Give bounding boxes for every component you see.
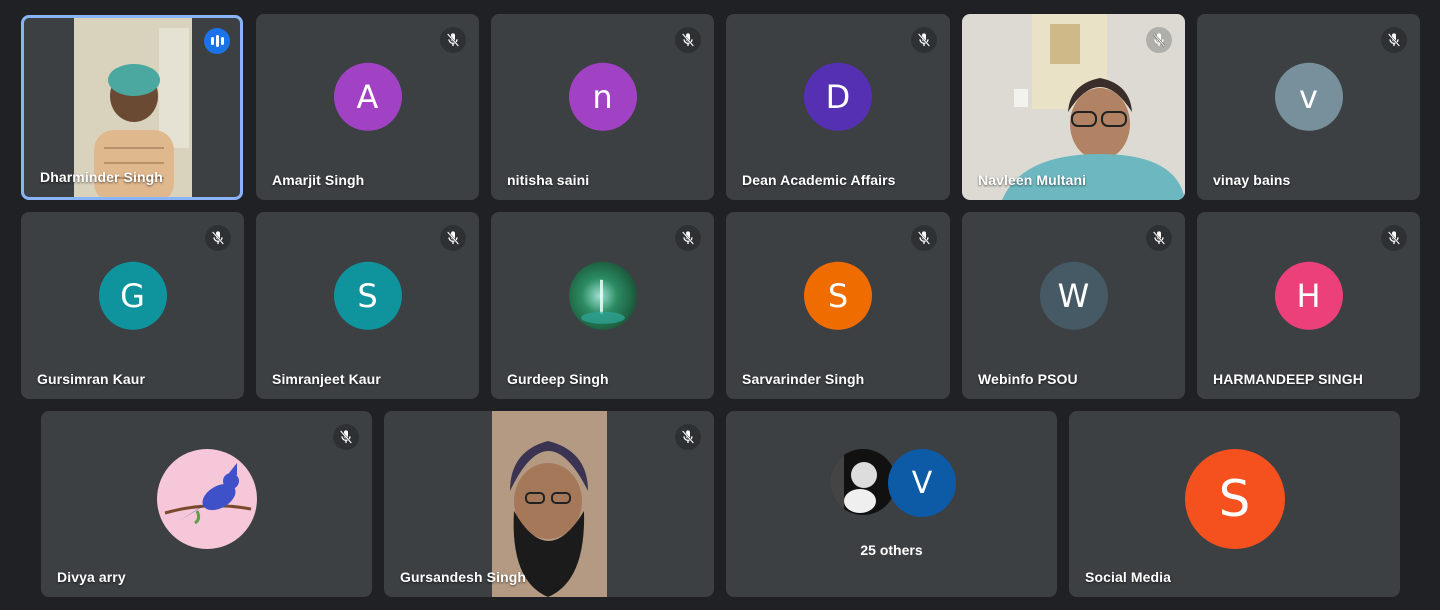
participant-tile-vinay[interactable]: v vinay bains — [1197, 14, 1420, 200]
participant-tile-gursimran[interactable]: G Gursimran Kaur — [21, 212, 244, 399]
mic-off-icon — [1381, 225, 1407, 251]
mic-off-icon — [440, 225, 466, 251]
participant-avatar: H — [1274, 261, 1343, 330]
participant-tile-navleen[interactable]: Navleen Multani — [962, 14, 1185, 200]
others-tile[interactable]: V 25 others — [726, 411, 1057, 597]
participant-avatar: v — [1274, 62, 1343, 131]
participant-name: Dharminder Singh — [40, 169, 163, 185]
mic-off-icon — [205, 225, 231, 251]
mic-off-icon — [675, 225, 701, 251]
mic-off-icon — [1146, 27, 1172, 53]
participant-tile-dharminder[interactable]: Dharminder Singh — [21, 15, 243, 200]
participant-avatar: A — [333, 62, 402, 131]
mic-off-icon — [440, 27, 466, 53]
others-photo-avatar — [830, 449, 896, 515]
participant-name: HARMANDEEP SINGH — [1213, 371, 1363, 387]
participant-tile-webinfo[interactable]: W Webinfo PSOU — [962, 212, 1185, 399]
participant-name: vinay bains — [1213, 172, 1291, 188]
participant-tile-amarjit[interactable]: A Amarjit Singh — [256, 14, 479, 200]
mic-off-icon — [1381, 27, 1407, 53]
mic-off-icon — [675, 424, 701, 450]
mic-off-icon — [1146, 225, 1172, 251]
participant-avatar: S — [1184, 449, 1285, 549]
participant-name: Sarvarinder Singh — [742, 371, 865, 387]
participant-tile-simranjeet[interactable]: S Simranjeet Kaur — [256, 212, 479, 399]
audio-level-icon — [204, 28, 230, 54]
participant-photo-avatar — [156, 449, 257, 549]
participant-name: Gursandesh Singh — [400, 569, 527, 585]
participant-name: Social Media — [1085, 569, 1172, 585]
participant-tile-social-media[interactable]: S Social Media — [1069, 411, 1400, 597]
participant-photo-avatar — [568, 261, 637, 330]
participant-name: nitisha saini — [507, 172, 590, 188]
others-count-label: 25 others — [860, 542, 923, 558]
participant-avatar: W — [1039, 261, 1108, 330]
participant-avatar: S — [333, 261, 402, 330]
mic-off-icon — [911, 27, 937, 53]
participant-avatar: S — [804, 261, 872, 330]
participant-tile-sarvarinder[interactable]: S Sarvarinder Singh — [726, 212, 950, 399]
participant-tile-harmandeep[interactable]: H HARMANDEEP SINGH — [1197, 212, 1420, 399]
participant-name: Simranjeet Kaur — [272, 371, 381, 387]
participant-tile-divya[interactable]: Divya arry — [41, 411, 372, 597]
participant-avatar: G — [98, 261, 167, 330]
participant-tile-gurdeep[interactable]: Gurdeep Singh — [491, 212, 714, 399]
mic-off-icon — [911, 225, 937, 251]
participant-avatar: D — [804, 62, 872, 131]
participant-name: Gursimran Kaur — [37, 371, 145, 387]
participant-name: Navleen Multani — [978, 172, 1087, 188]
participant-tile-nitisha[interactable]: n nitisha saini — [491, 14, 714, 200]
participant-tile-dean[interactable]: D Dean Academic Affairs — [726, 14, 950, 200]
participant-name: Gurdeep Singh — [507, 371, 609, 387]
participant-avatar: n — [568, 62, 637, 131]
others-avatar: V — [888, 449, 956, 517]
participant-name: Amarjit Singh — [272, 172, 365, 188]
participant-name: Dean Academic Affairs — [742, 172, 896, 188]
participant-name: Webinfo PSOU — [978, 371, 1078, 387]
participant-tile-gursandesh[interactable]: Gursandesh Singh — [384, 411, 714, 597]
mic-off-icon — [333, 424, 359, 450]
mic-off-icon — [675, 27, 701, 53]
participant-name: Divya arry — [57, 569, 126, 585]
